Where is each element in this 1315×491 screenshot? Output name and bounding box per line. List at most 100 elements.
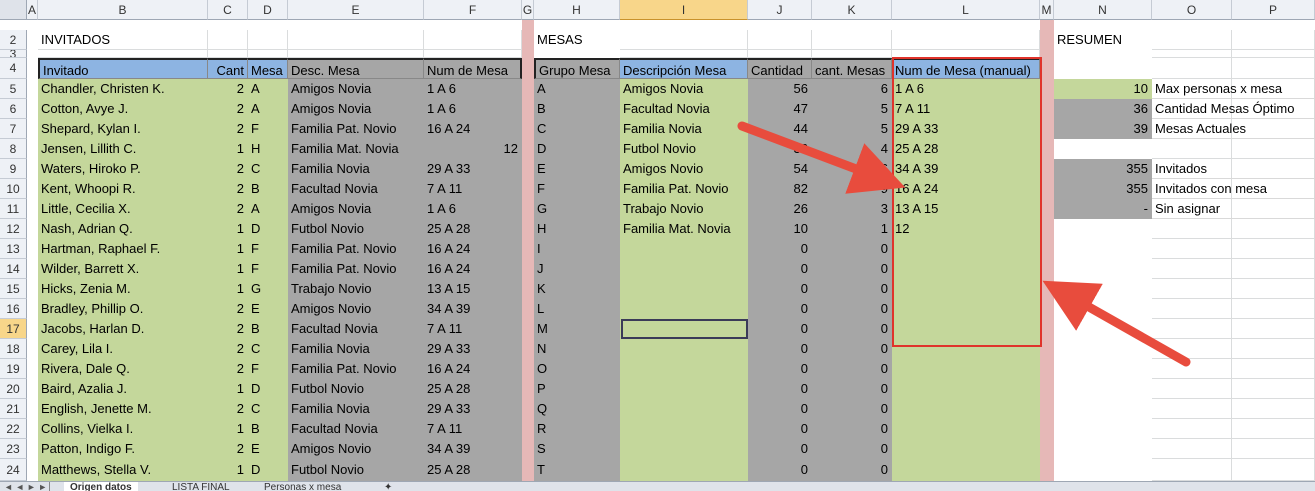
mesa-cant-mesas[interactable]: 3 [812, 199, 892, 219]
column-header-b[interactable]: B [38, 0, 208, 20]
grid-cell[interactable] [1152, 379, 1232, 399]
column-header-e[interactable]: E [288, 0, 424, 20]
guest-cant[interactable]: 2 [208, 439, 248, 459]
mesa-descripcion[interactable]: Facultad Novia [620, 99, 748, 119]
selected-cell-i17[interactable] [621, 319, 748, 339]
grid-cell[interactable] [38, 50, 208, 58]
mesa-cant-mesas[interactable]: 0 [812, 339, 892, 359]
mesa-num-manual[interactable] [892, 259, 1040, 279]
mesa-cant-mesas[interactable]: 0 [812, 279, 892, 299]
mesa-cant-mesas[interactable]: 0 [812, 459, 892, 481]
grid-cell[interactable] [1232, 439, 1315, 459]
row-header-11[interactable]: 11 [0, 199, 27, 219]
guest-num-mesa[interactable]: 25 A 28 [424, 379, 522, 399]
add-sheet-icon[interactable]: ✦ [378, 482, 398, 491]
row-header-24[interactable]: 24 [0, 459, 27, 481]
mesa-cant-mesas[interactable]: 6 [812, 79, 892, 99]
resumen-label[interactable]: Invitados [1152, 159, 1315, 179]
guest-name[interactable]: Kent, Whoopi R. [38, 179, 208, 199]
mesa-num-manual[interactable]: 13 A 15 [892, 199, 1040, 219]
row-header-16[interactable]: 16 [0, 299, 27, 319]
row-header-5[interactable]: 5 [0, 79, 27, 99]
grid-cell[interactable] [892, 50, 1040, 58]
guest-mesa[interactable]: E [248, 439, 288, 459]
guest-desc-mesa[interactable]: Amigos Novia [288, 199, 424, 219]
guest-num-mesa[interactable]: 16 A 24 [424, 239, 522, 259]
column-header-i[interactable]: I [620, 0, 748, 20]
guest-cant[interactable]: 2 [208, 99, 248, 119]
mesa-cantidad[interactable]: 47 [748, 99, 812, 119]
guest-num-mesa[interactable]: 16 A 24 [424, 359, 522, 379]
mesa-cant-mesas[interactable]: 0 [812, 439, 892, 459]
title-mesas[interactable]: MESAS [534, 30, 620, 50]
guest-name[interactable]: Cotton, Avye J. [38, 99, 208, 119]
row-header-20[interactable]: 20 [0, 379, 27, 399]
guest-name[interactable]: Hartman, Raphael F. [38, 239, 208, 259]
mesa-grupo[interactable]: I [534, 239, 620, 259]
grid-cell[interactable] [1232, 30, 1315, 50]
guest-desc-mesa[interactable]: Familia Novia [288, 339, 424, 359]
select-all-corner[interactable] [0, 0, 27, 20]
mesa-cantidad[interactable]: 0 [748, 339, 812, 359]
mesa-grupo[interactable]: M [534, 319, 620, 339]
mesa-num-manual[interactable] [892, 459, 1040, 481]
guest-num-mesa[interactable]: 25 A 28 [424, 219, 522, 239]
mesa-cantidad[interactable]: 0 [748, 419, 812, 439]
row-header-9[interactable]: 9 [0, 159, 27, 179]
column-header-a[interactable]: A [27, 0, 38, 20]
grid-cell[interactable] [1232, 359, 1315, 379]
mesa-cantidad[interactable]: 0 [748, 359, 812, 379]
guest-name[interactable]: Hicks, Zenia M. [38, 279, 208, 299]
spreadsheet-grid[interactable]: A B C D E F G H I J K L M N O P 2 3 4 5 6 7 8 9 10 11 12 13 14 15 16 17… [0, 0, 1315, 491]
sheet-tab[interactable]: LISTA FINAL [166, 482, 236, 491]
mesa-num-manual[interactable] [892, 299, 1040, 319]
guest-name[interactable]: Chandler, Christen K. [38, 79, 208, 99]
mesa-cant-mesas[interactable]: 5 [812, 119, 892, 139]
grid-cell[interactable] [748, 30, 812, 50]
mesa-descripcion[interactable]: Familia Mat. Novia [620, 219, 748, 239]
row-header-8[interactable]: 8 [0, 139, 27, 159]
guest-desc-mesa[interactable]: Facultad Novia [288, 179, 424, 199]
mesa-cantidad[interactable]: 26 [748, 199, 812, 219]
row-header-2[interactable]: 2 [0, 30, 27, 50]
mesa-num-manual[interactable]: 34 A 39 [892, 159, 1040, 179]
grid-cell[interactable] [892, 30, 1040, 50]
guest-mesa[interactable]: B [248, 319, 288, 339]
mesa-cant-mesas[interactable]: 0 [812, 259, 892, 279]
grid-cell[interactable] [1232, 279, 1315, 299]
guest-mesa[interactable]: C [248, 399, 288, 419]
resumen-value[interactable]: 355 [1054, 159, 1152, 179]
row-header-10[interactable]: 10 [0, 179, 27, 199]
guest-mesa[interactable]: C [248, 339, 288, 359]
resumen-value[interactable]: 36 [1054, 99, 1152, 119]
guest-num-mesa[interactable]: 34 A 39 [424, 299, 522, 319]
guest-num-mesa[interactable]: 7 A 11 [424, 419, 522, 439]
mesa-grupo[interactable]: N [534, 339, 620, 359]
mesa-num-manual[interactable] [892, 419, 1040, 439]
grid-cell[interactable] [1232, 139, 1315, 159]
column-header-f[interactable]: F [424, 0, 522, 20]
mesa-cantidad[interactable]: 44 [748, 119, 812, 139]
guest-num-mesa[interactable]: 16 A 24 [424, 259, 522, 279]
resumen-value[interactable]: 355 [1054, 179, 1152, 199]
row-header-23[interactable]: 23 [0, 439, 27, 459]
resumen-label[interactable]: Mesas Actuales [1152, 119, 1315, 139]
row-header-13[interactable]: 13 [0, 239, 27, 259]
header-invitado[interactable]: Invitado [38, 58, 208, 79]
resumen-label[interactable]: Cantidad Mesas Óptimo [1152, 99, 1315, 119]
mesa-num-manual[interactable] [892, 239, 1040, 259]
mesa-grupo[interactable]: R [534, 419, 620, 439]
mesa-cant-mesas[interactable]: 1 [812, 219, 892, 239]
header-cantidad[interactable]: Cantidad [748, 58, 812, 79]
guest-mesa[interactable]: A [248, 99, 288, 119]
guest-cant[interactable]: 1 [208, 279, 248, 299]
grid-cell[interactable] [1232, 259, 1315, 279]
guest-name[interactable]: Jensen, Lillith C. [38, 139, 208, 159]
resumen-label[interactable]: Max personas x mesa [1152, 79, 1315, 99]
guest-name[interactable]: Jacobs, Harlan D. [38, 319, 208, 339]
guest-num-mesa[interactable]: 29 A 33 [424, 159, 522, 179]
guest-mesa[interactable]: D [248, 219, 288, 239]
guest-desc-mesa[interactable]: Futbol Novio [288, 459, 424, 481]
guest-name[interactable]: Carey, Lila I. [38, 339, 208, 359]
mesa-cantidad[interactable]: 10 [748, 219, 812, 239]
